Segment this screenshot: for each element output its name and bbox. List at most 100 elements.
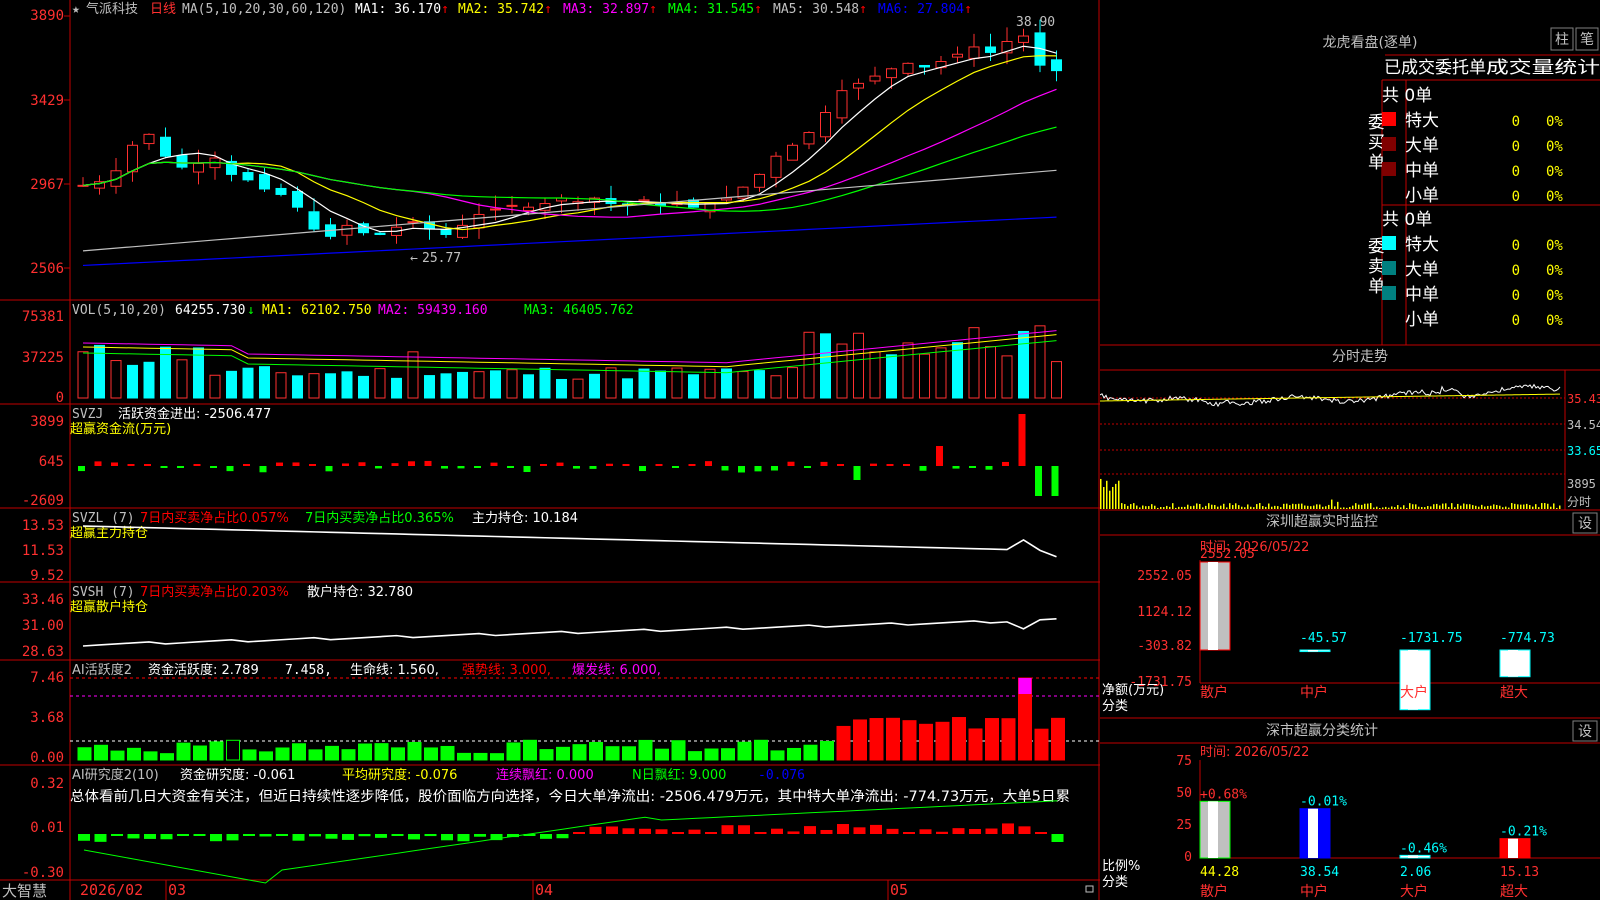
tab-orders[interactable]: 委托单: [1435, 58, 1486, 78]
intraday-vol-bar: [1199, 503, 1201, 509]
ai-research-bar: [672, 832, 684, 834]
ai-research-bars[interactable]: [78, 800, 1064, 884]
intraday-vol-label: 分时: [1567, 495, 1591, 509]
sc-settings-button[interactable]: 设: [1572, 720, 1598, 742]
svzj-bar: [622, 464, 630, 466]
tab-traded[interactable]: 已成交: [1384, 58, 1435, 78]
sc-bars[interactable]: +0.68% 44.28 -0.01% 38.54 -0.46% 2.06 -0.21% 15…: [1199, 787, 1547, 880]
main-chart-area[interactable]: ★ 气派科技 日线 MA(5,10,20,30,60,120) MA1: 36.…: [0, 0, 1100, 900]
ai-active-bar: [671, 740, 686, 761]
svzj-bar: [193, 464, 201, 466]
vol-bar: [787, 367, 798, 399]
vol-bar: [605, 367, 617, 399]
svzj-bar: [853, 466, 861, 480]
svzl-t3: 主力持仓: 10.184: [472, 511, 578, 526]
vol-label: VOL(5,10,20): [72, 303, 166, 318]
ai-research-bar: [969, 828, 981, 834]
intraday-vol-bar: [1508, 507, 1510, 509]
vol-bar: [556, 378, 567, 399]
ai-research-bar: [375, 834, 387, 838]
intraday-vol-bar: [1412, 504, 1414, 509]
order-name: 中单: [1405, 161, 1439, 181]
ai-research-bar: [292, 834, 305, 841]
ma-params: MA(5,10,20,30,60,120): [182, 2, 346, 17]
svzl-tick: 13.53: [22, 518, 64, 534]
order-pct: 0%: [1546, 313, 1563, 329]
sc-tick: 0: [1184, 850, 1192, 865]
period-label[interactable]: 日线: [150, 2, 176, 17]
ai-research-bar: [903, 832, 915, 834]
svzj-tick: 3899: [30, 414, 64, 430]
intraday-vol-bar: [1472, 505, 1474, 509]
ai-research-bar: [408, 834, 420, 840]
vol-bars[interactable]: [77, 325, 1062, 399]
intraday-vol-bar: [1478, 506, 1480, 509]
svzj-bar: [886, 464, 894, 466]
svzj-bar: [820, 461, 828, 466]
ai-active-bar: [589, 741, 603, 761]
ai-active-bar: [523, 739, 537, 761]
tab-volume-stats[interactable]: 成交量统计: [1486, 58, 1600, 78]
price-ma-lines: [82, 45, 1057, 267]
intraday-vol-bar: [1253, 507, 1255, 509]
vol-header: VOL(5,10,20) 64255.730 ↓ MA1: 62102.750 …: [72, 303, 634, 318]
order-total: 共 0单: [1382, 86, 1432, 106]
sc-categories: 散户 中户 大户 超大: [1200, 883, 1528, 900]
order-color-swatch: [1382, 286, 1396, 300]
sc-time: 时间: 2026/05/22: [1200, 745, 1309, 760]
ai-research-bar: [952, 828, 965, 834]
column-view-button[interactable]: 柱: [1550, 27, 1574, 51]
sc-settings-label: 设: [1578, 724, 1592, 740]
sc-change-label: -0.01%: [1300, 795, 1347, 810]
intraday-vol-bar: [1214, 505, 1216, 509]
svsh-header: SVSH (7) 7日内买卖净占比0.203% 散户持仓: 32.780 超赢散…: [70, 584, 413, 615]
svzj-bar: [78, 466, 85, 472]
ai-active-bar: [737, 741, 752, 761]
intraday-vol-bar: [1334, 506, 1336, 509]
candle-body: [638, 199, 650, 202]
svsh-tick: 31.00: [22, 618, 64, 634]
vol-bar: [770, 375, 782, 399]
intraday-vol-bar: [1442, 503, 1444, 509]
vol-bar: [886, 354, 897, 399]
svzl-line: [82, 525, 1057, 558]
intraday-vol-bar: [1406, 507, 1408, 509]
vol-ma2: MA2: 59439.160: [378, 303, 488, 318]
ai-active-bar: [176, 742, 191, 761]
intraday-vol-bar: [1409, 503, 1411, 509]
ai-active-bar: [622, 746, 636, 761]
svzj-tick: -2609: [22, 493, 64, 509]
ai-active-bar: [358, 743, 372, 761]
intraday-vol-bar: [1259, 503, 1261, 509]
ai-research-bar: [1035, 832, 1047, 834]
svzj-bar: [1018, 414, 1026, 466]
intraday-vol-bar: [1226, 507, 1228, 509]
order-count: 0: [1512, 139, 1520, 155]
svzj-bar: [1002, 461, 1009, 466]
sz-bar-label: 2552.05: [1200, 547, 1255, 562]
side-panels[interactable]: 龙虎看盘(逐单) 柱 笔 已成交 委托单 成交量统计 委买单共 0单特大 0 0%大…: [1100, 0, 1600, 900]
svzj-bar: [606, 463, 613, 466]
intraday-vol-bar: [1397, 505, 1399, 509]
ma-arrow: ↑: [754, 2, 762, 17]
ai-active-bar: [110, 750, 125, 761]
candle-body: [193, 162, 204, 173]
svzj-bar: [358, 462, 366, 466]
svzj-bar: [787, 461, 795, 466]
svsh-t3: 散户持仓: 32.780: [307, 584, 413, 600]
sz-xlabel: 分类: [1102, 699, 1128, 714]
sz-settings-button[interactable]: 设: [1572, 512, 1598, 534]
tick-view-button[interactable]: 笔: [1575, 27, 1599, 51]
ai-research-bar: [226, 834, 239, 841]
intraday-vol-bar: [1364, 503, 1366, 509]
svzj-bar: [672, 466, 679, 468]
svzj-bars[interactable]: [78, 414, 1059, 496]
ai-active-tick: 0.00: [30, 750, 64, 766]
ai-research-bar: [210, 834, 222, 842]
candle-body: [160, 136, 171, 157]
ai-active-bars[interactable]: [70, 677, 1099, 761]
vol-bar: [242, 367, 254, 399]
candle-body: [803, 132, 815, 145]
intraday-vol-bar: [1298, 503, 1300, 509]
ai-research-bar: [474, 834, 486, 837]
